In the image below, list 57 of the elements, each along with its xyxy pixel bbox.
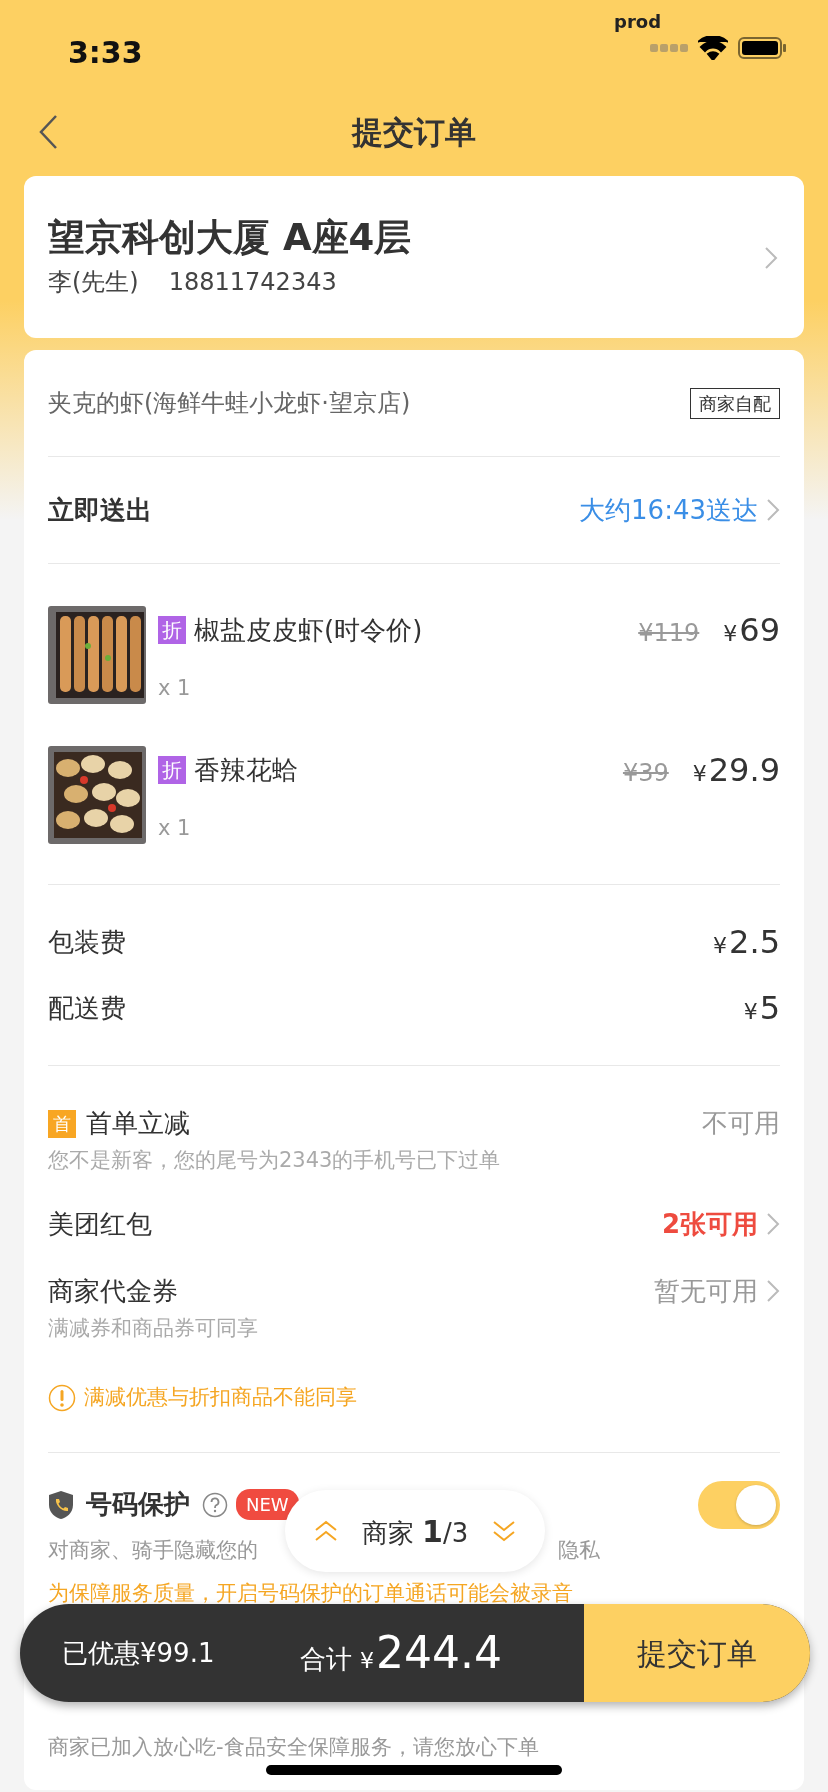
privacy-note: 对商家、骑手隐藏您的 xyxy=(48,1536,258,1564)
discount-badge: 折 xyxy=(158,616,186,645)
discount-value[interactable]: 2张可用 xyxy=(661,1204,758,1244)
item-price: ¥69 xyxy=(723,610,780,652)
warning-icon xyxy=(48,1384,76,1413)
item-quantity: x 1 xyxy=(158,675,191,700)
submit-order-button[interactable]: 提交订单 xyxy=(584,1604,810,1702)
eta-link[interactable]: 大约16:43送达 xyxy=(579,490,780,530)
discount-note: 满减券和商品券可同享 xyxy=(48,1314,259,1342)
discount-value: 不可用 xyxy=(702,1107,780,1141)
fee-label: 配送费 xyxy=(48,991,126,1025)
wifi-icon xyxy=(698,36,728,60)
status-time: 3:33 xyxy=(68,34,143,72)
address-card[interactable]: 望京科创大厦 A座4层 李(先生) 18811742343 xyxy=(24,176,804,339)
signal-icon xyxy=(650,43,688,53)
original-price: ¥119 xyxy=(638,618,700,650)
total-amount: 合计 ¥244.4 xyxy=(300,1626,502,1680)
chevron-right-icon xyxy=(766,498,780,523)
back-icon[interactable] xyxy=(38,114,58,150)
battery-icon xyxy=(738,37,786,59)
page-title: 提交订单 xyxy=(352,112,476,152)
item-price: ¥29.9 xyxy=(692,750,780,792)
discount-badge: 折 xyxy=(158,756,186,785)
address-text: 望京科创大厦 A座4层 xyxy=(48,216,413,261)
discount-value[interactable]: 暂无可用 xyxy=(654,1271,758,1311)
new-badge: NEW xyxy=(236,1489,299,1521)
item-name: 椒盐皮皮虾(时令价) xyxy=(194,613,423,647)
delivery-label: 立即送出 xyxy=(48,493,152,527)
carrier-label: prod xyxy=(614,10,661,34)
item-name: 香辣花蛤 xyxy=(194,753,298,787)
privacy-label: 号码保护 xyxy=(86,1488,190,1522)
privacy-note: 隐私 xyxy=(558,1536,600,1564)
discount-label: 美团红包 xyxy=(48,1207,152,1241)
shield-phone-icon xyxy=(48,1489,74,1520)
help-icon[interactable] xyxy=(202,1491,228,1518)
chevron-right-icon xyxy=(764,246,778,271)
discount-label: 首单立减 xyxy=(86,1107,190,1141)
savings-text: 已优惠¥99.1 xyxy=(61,1636,216,1670)
item-quantity: x 1 xyxy=(158,815,191,840)
promo-badge: 首 xyxy=(48,1109,76,1138)
privacy-toggle[interactable] xyxy=(698,1480,780,1529)
discount-note: 您不是新客，您的尾号为2343的手机号已下过单 xyxy=(48,1147,502,1175)
discount-label: 商家代金券 xyxy=(48,1274,178,1308)
pager-text: 商家 1/3 xyxy=(361,1512,469,1551)
fee-amount: ¥5 xyxy=(743,988,780,1030)
fee-label: 包装费 xyxy=(48,925,126,959)
chevron-double-up-icon[interactable] xyxy=(313,1520,338,1542)
assurance-text: 商家已加入放心吃-食品安全保障服务，请您放心下单 xyxy=(48,1734,539,1761)
recording-note: 为保障服务质量，开启号码保护的订单通话可能会被录音 xyxy=(48,1580,574,1608)
chevron-double-down-icon[interactable] xyxy=(492,1520,517,1542)
fee-amount: ¥2.5 xyxy=(713,922,780,964)
original-price: ¥39 xyxy=(622,758,669,790)
store-name: 夹克的虾(海鲜牛蛙小龙虾·望京店) xyxy=(48,388,411,420)
contact-name: 李(先生) xyxy=(48,267,139,299)
contact-phone: 18811742343 xyxy=(168,267,337,299)
delivery-tag: 商家自配 xyxy=(690,387,780,419)
warning-text: 满减优惠与折扣商品不能同享 xyxy=(84,1384,357,1412)
